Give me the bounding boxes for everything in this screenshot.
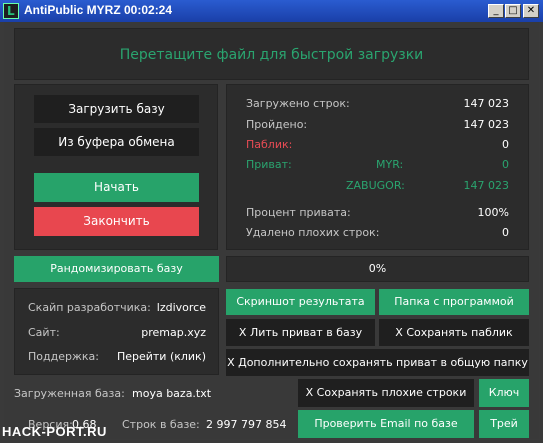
watermark-text: HACK-PORT.RU (2, 424, 107, 439)
trial-button[interactable]: Трей (479, 410, 529, 438)
close-button[interactable]: ✕ (523, 4, 539, 18)
pour-private-toggle[interactable]: X Лить приват в базу (226, 319, 375, 346)
load-base-button[interactable]: Загрузить базу (34, 95, 199, 123)
passed-value: 147 023 (463, 118, 510, 131)
from-clipboard-button[interactable]: Из буфера обмена (34, 128, 199, 156)
myr-label: MYR: (376, 158, 404, 171)
loaded-lines-value: 147 023 (463, 97, 510, 110)
drop-zone-text: Перетащите файл для быстрой загрузки (119, 47, 424, 63)
title-bar[interactable]: L AntiPublic MYRZ 00:02:24 _ □ ✕ (0, 0, 543, 22)
public-label: Паблик: (246, 138, 293, 151)
site-link[interactable]: premap.xyz (110, 326, 206, 339)
minimize-button[interactable]: _ (488, 4, 504, 18)
start-button[interactable]: Начать (34, 173, 199, 202)
myr-value: 0 (502, 158, 509, 171)
key-button[interactable]: Ключ (479, 379, 529, 407)
lines-in-base-value: 2 997 797 854 (206, 418, 287, 431)
save-bad-lines-toggle[interactable]: X Сохранять плохие строки (298, 379, 474, 407)
zabugor-label: ZABUGOR: (346, 179, 405, 192)
private-label: Приват: (246, 158, 292, 171)
support-label: Поддержка: (28, 350, 99, 363)
finish-button[interactable]: Закончить (34, 207, 199, 236)
passed-label: Пройдено: (246, 118, 308, 131)
drop-zone[interactable]: Перетащите файл для быстрой загрузки (14, 28, 529, 80)
site-label: Сайт: (28, 326, 60, 339)
save-private-common-toggle[interactable]: X Дополнительно сохранять приват в общую… (226, 349, 529, 376)
loaded-base-value: moya baza.txt (132, 387, 212, 400)
progress-bar: 0% (226, 256, 529, 282)
screenshot-button[interactable]: Скриншот результата (226, 289, 375, 315)
check-email-button[interactable]: Проверить Email по базе (298, 410, 474, 438)
loaded-base-label: Загруженная база: (14, 387, 125, 400)
dev-skype-value: lzdivorce (156, 301, 206, 314)
loaded-lines-label: Загружено строк: (246, 97, 350, 110)
private-percent-label: Процент привата: (246, 206, 351, 219)
progress-text: 0% (368, 262, 387, 275)
bad-lines-value: 0 (502, 226, 509, 239)
window-title: AntiPublic MYRZ 00:02:24 (24, 3, 173, 17)
save-public-toggle[interactable]: X Сохранять паблик (379, 319, 529, 346)
program-folder-button[interactable]: Папка с программой (379, 289, 529, 315)
lines-in-base-label: Строк в базе: (122, 418, 200, 431)
bad-lines-label: Удалено плохих строк: (246, 226, 380, 239)
app-icon-letter: L (7, 4, 15, 18)
maximize-button[interactable]: □ (505, 4, 521, 18)
support-link[interactable]: Перейти (клик) (106, 350, 206, 363)
private-percent-value: 100% (477, 206, 509, 219)
randomize-button[interactable]: Рандомизировать базу (14, 256, 219, 282)
zabugor-value: 147 023 (463, 179, 510, 192)
app-icon: L (3, 3, 19, 19)
public-value: 0 (502, 138, 509, 151)
